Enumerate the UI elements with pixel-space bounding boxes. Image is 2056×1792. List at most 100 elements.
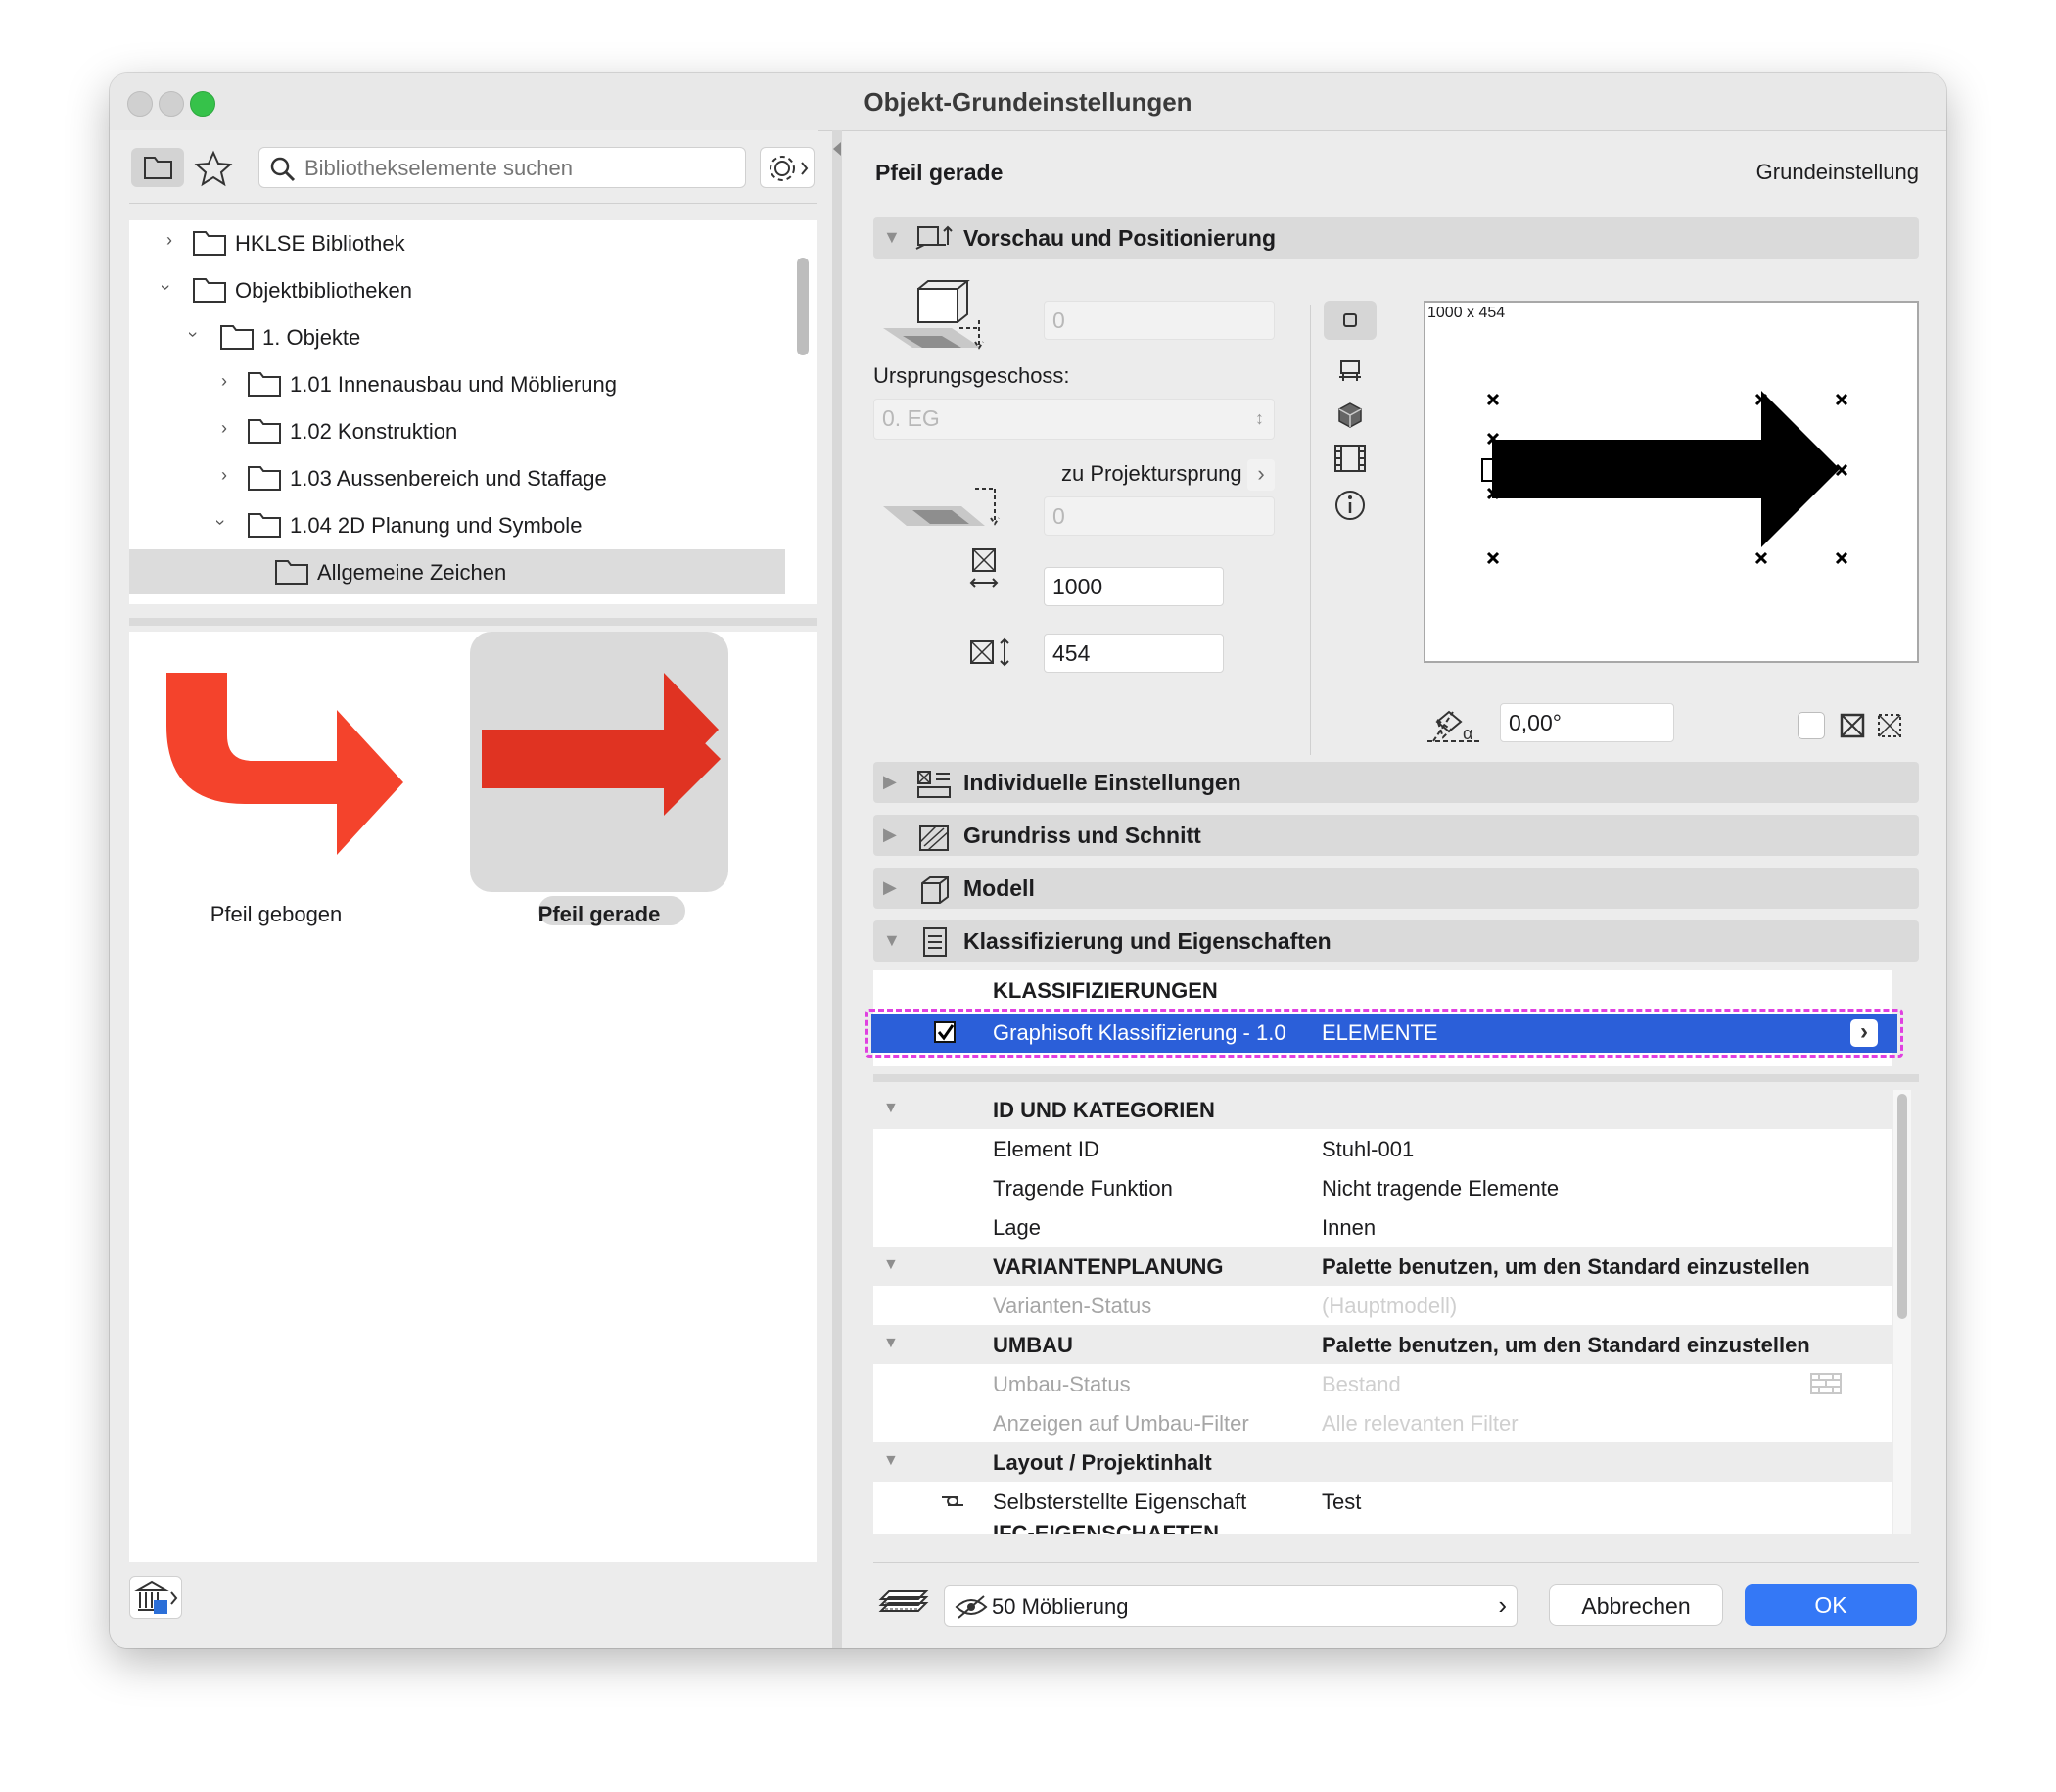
hidden-eye-icon <box>955 1595 988 1619</box>
triangle-down-icon[interactable]: ▼ <box>883 1452 899 1470</box>
reference-label[interactable]: zu Projektursprung <box>1061 461 1242 487</box>
chevron-down-icon[interactable]: › <box>183 332 204 338</box>
side-view-icon[interactable] <box>1335 357 1365 387</box>
property-group-layout[interactable]: ▼ Layout / Projektinhalt <box>873 1442 1892 1483</box>
triangle-down-icon[interactable]: ▼ <box>883 1335 899 1352</box>
folder-view-button[interactable] <box>131 148 184 187</box>
properties-scrollbar-thumb[interactable] <box>1897 1094 1907 1319</box>
curved-arrow-thumbnail <box>166 673 403 855</box>
angle-field[interactable]: 0,00° <box>1500 703 1674 742</box>
section-title: Modell <box>963 875 1035 901</box>
triangle-down-icon[interactable]: ▼ <box>883 1256 899 1274</box>
info-icon[interactable] <box>1333 489 1367 522</box>
gallery-item-pfeil-gerade[interactable] <box>470 632 728 892</box>
library-options-button[interactable] <box>760 147 815 188</box>
tree-item-allgemeine-zeichen[interactable]: Allgemeine Zeichen <box>129 549 785 594</box>
library-building-icon <box>134 1580 178 1614</box>
cancel-button[interactable]: Abbrechen <box>1549 1584 1723 1626</box>
tree-item-innenausbau[interactable]: › 1.01 Innenausbau und Möblierung <box>129 361 785 406</box>
origin-story-label: Ursprungsgeschoss: <box>873 363 1070 388</box>
width-field[interactable]: 1000 <box>1044 567 1224 606</box>
property-value: (Hauptmodell) <box>1322 1294 1458 1318</box>
section-preview[interactable]: ▼ Vorschau und Positionierung <box>873 217 1919 259</box>
triangle-right-icon[interactable]: ▶ <box>883 825 897 845</box>
origin-story-select[interactable]: 0. EG ↕ <box>873 399 1275 440</box>
classification-row[interactable]: Graphisoft Klassifizierung - 1.0 ELEMENT… <box>871 1014 1897 1053</box>
offset-icon <box>883 488 1000 526</box>
gear-icon <box>770 156 809 181</box>
layer-select[interactable]: 50 Möblierung › <box>944 1585 1518 1627</box>
checkmark-icon <box>937 1024 955 1041</box>
tree-item-konstruktion[interactable]: › 1.02 Konstruktion <box>129 408 785 453</box>
view-2d-button[interactable] <box>1324 301 1377 340</box>
section-floorplan[interactable]: ▶ Grundriss und Schnitt <box>873 815 1919 856</box>
chevron-down-icon[interactable]: › <box>210 520 231 526</box>
triangle-down-icon[interactable]: ▼ <box>883 930 901 951</box>
library-manager-button[interactable] <box>129 1576 182 1619</box>
splitter[interactable] <box>873 1074 1919 1082</box>
gallery-label: Pfeil gebogen <box>210 902 343 926</box>
folder-icon <box>144 157 172 179</box>
square-icon <box>1343 313 1357 327</box>
mirror-icon[interactable] <box>1839 712 1866 739</box>
splitter[interactable] <box>129 618 817 626</box>
triangle-down-icon[interactable]: ▼ <box>883 1100 899 1117</box>
film-strip-icon[interactable] <box>1332 442 1369 475</box>
reference-chevron-icon[interactable]: › <box>1247 459 1275 491</box>
property-row[interactable]: Element ID Stuhl-001 <box>873 1129 1892 1169</box>
property-value[interactable]: Innen <box>1322 1215 1376 1241</box>
folder-icon <box>248 513 281 538</box>
property-group-variantenplanung[interactable]: ▼ VARIANTENPLANUNG Palette benutzen, um … <box>873 1247 1892 1287</box>
mode-label: Grundeinstellung <box>1755 160 1919 184</box>
property-value[interactable]: Stuhl-001 <box>1322 1137 1414 1162</box>
chevron-right-icon[interactable]: › <box>166 230 172 251</box>
tree-item-objektbibliotheken[interactable]: › Objektbibliotheken <box>129 267 785 312</box>
height-icon <box>970 637 1009 667</box>
classification-value: ELEMENTE <box>1322 1020 1438 1045</box>
tree-scrollbar[interactable] <box>797 258 809 355</box>
section-title: Grundriss und Schnitt <box>963 823 1201 848</box>
offset-field[interactable]: 0 <box>1044 496 1275 536</box>
tree-item-label: Objektbibliotheken <box>235 278 413 303</box>
3d-view-icon[interactable] <box>1335 401 1365 430</box>
chevron-right-icon[interactable]: › <box>221 371 227 392</box>
classifications-header: KLASSIFIZIERUNGEN <box>993 978 1218 1003</box>
tree-item-2d-planung[interactable]: › 1.04 2D Planung und Symbole <box>129 502 785 547</box>
properties-scrollbar-track[interactable] <box>1893 1090 1911 1534</box>
property-value[interactable]: Test <box>1322 1489 1361 1515</box>
property-group-umbau[interactable]: ▼ UMBAU Palette benutzen, um den Standar… <box>873 1325 1892 1365</box>
section-individual[interactable]: ▶ Individuelle Einstellungen <box>873 762 1919 803</box>
ok-button[interactable]: OK <box>1745 1584 1917 1626</box>
favorites-button[interactable] <box>192 148 235 187</box>
triangle-down-icon[interactable]: ▼ <box>883 227 901 248</box>
property-group-id[interactable]: ▼ ID UND KATEGORIEN <box>873 1090 1892 1130</box>
section-model[interactable]: ▶ Modell <box>873 868 1919 909</box>
property-row[interactable]: Selbsterstellte Eigenschaft Test <box>873 1482 1892 1522</box>
property-row[interactable]: Tragende Funktion Nicht tragende Element… <box>873 1168 1892 1208</box>
gallery-item-pfeil-gebogen[interactable] <box>149 653 403 898</box>
elevation-field[interactable]: 0 <box>1044 301 1275 340</box>
mirror-dashed-icon[interactable] <box>1876 712 1903 739</box>
property-value[interactable]: Nicht tragende Elemente <box>1322 1176 1559 1202</box>
preview-canvas[interactable]: 1000 x 454 <box>1424 301 1919 663</box>
tree-item-label: Allgemeine Zeichen <box>317 560 507 585</box>
chevron-right-icon[interactable]: › <box>221 418 227 439</box>
triangle-right-icon[interactable]: ▶ <box>883 772 897 792</box>
chevron-right-icon[interactable]: › <box>221 465 227 486</box>
section-title: Vorschau und Positionierung <box>963 225 1277 251</box>
collapse-left-icon[interactable] <box>833 142 841 156</box>
property-row[interactable]: Lage Innen <box>873 1207 1892 1248</box>
mirror-checkbox[interactable] <box>1798 712 1825 739</box>
height-field[interactable]: 454 <box>1044 634 1224 673</box>
tree-item-objekte[interactable]: › 1. Objekte <box>129 314 785 359</box>
tree-item-hklse[interactable]: › HKLSE Bibliothek <box>129 220 785 265</box>
tree-item-aussenbereich[interactable]: › 1.03 Aussenbereich und Staffage <box>129 455 785 500</box>
chevron-down-icon[interactable]: › <box>156 285 176 291</box>
classification-select-chevron[interactable]: › <box>1850 1019 1878 1047</box>
triangle-right-icon[interactable]: ▶ <box>883 877 897 898</box>
search-input[interactable] <box>303 152 737 185</box>
classification-checkbox[interactable] <box>934 1021 956 1043</box>
panel-splitter[interactable] <box>832 130 842 1648</box>
library-search[interactable] <box>258 147 746 188</box>
section-classification[interactable]: ▼ Klassifizierung und Eigenschaften <box>873 920 1919 962</box>
